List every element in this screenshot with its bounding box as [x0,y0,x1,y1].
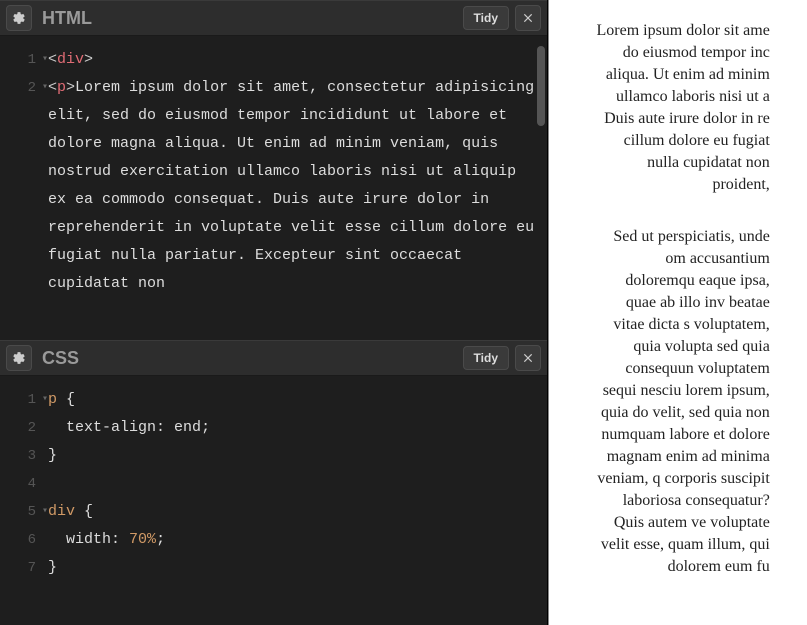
html-panel-title: HTML [42,8,463,29]
fold-arrow-icon[interactable]: ▾ [42,386,48,414]
html-code-area[interactable]: 1▾ 2▾ <div> <p>Lorem ipsum dolor sit ame… [0,36,547,340]
html-settings-button[interactable] [6,5,32,31]
css-gutter: 1▾ 2 3 4 5▾ 6 7 [0,376,40,625]
html-panel: HTML Tidy 1▾ 2▾ <div> <p>Lorem ipsum dol… [0,0,548,340]
html-close-button[interactable] [515,5,541,31]
gear-icon [12,351,26,365]
close-icon [521,11,535,25]
css-panel-header: CSS Tidy [0,340,547,376]
html-code-content[interactable]: <div> <p>Lorem ipsum dolor sit amet, con… [40,36,547,340]
line-number: 6 [0,526,36,554]
css-panel-title: CSS [42,348,463,369]
line-number: 3 [0,442,36,470]
line-number: 2 [0,414,36,442]
fold-arrow-icon[interactable]: ▾ [42,498,48,526]
fold-arrow-icon[interactable]: ▾ [42,74,48,102]
css-code-area[interactable]: 1▾ 2 3 4 5▾ 6 7 p { text-align: end; } d… [0,376,547,625]
css-panel: CSS Tidy 1▾ 2 3 4 5▾ 6 7 p { text-align:… [0,340,548,625]
line-number: 4 [0,470,36,498]
css-tidy-button[interactable]: Tidy [463,346,509,370]
line-number: 2▾ [0,74,36,102]
html-panel-header: HTML Tidy [0,0,547,36]
editor-panels: HTML Tidy 1▾ 2▾ <div> <p>Lorem ipsum dol… [0,0,548,625]
line-number: 7 [0,554,36,582]
fold-arrow-icon[interactable]: ▾ [42,46,48,74]
preview-pane: Lorem ipsum dolor sit ame do eiusmod tem… [548,0,807,625]
html-tidy-button[interactable]: Tidy [463,6,509,30]
preview-paragraph-1: Lorem ipsum dolor sit ame do eiusmod tem… [596,20,770,196]
css-settings-button[interactable] [6,345,32,371]
preview-content: Lorem ipsum dolor sit ame do eiusmod tem… [596,20,770,578]
preview-paragraph-2: Sed ut perspiciatis, unde om accusantium… [596,226,770,578]
css-close-button[interactable] [515,345,541,371]
line-number: 1▾ [0,46,36,74]
line-number: 5▾ [0,498,36,526]
scrollbar-thumb[interactable] [537,46,545,126]
gear-icon [12,11,26,25]
close-icon [521,351,535,365]
css-code-content[interactable]: p { text-align: end; } div { width: 70%;… [40,376,547,625]
line-number: 1▾ [0,386,36,414]
html-gutter: 1▾ 2▾ [0,36,40,340]
